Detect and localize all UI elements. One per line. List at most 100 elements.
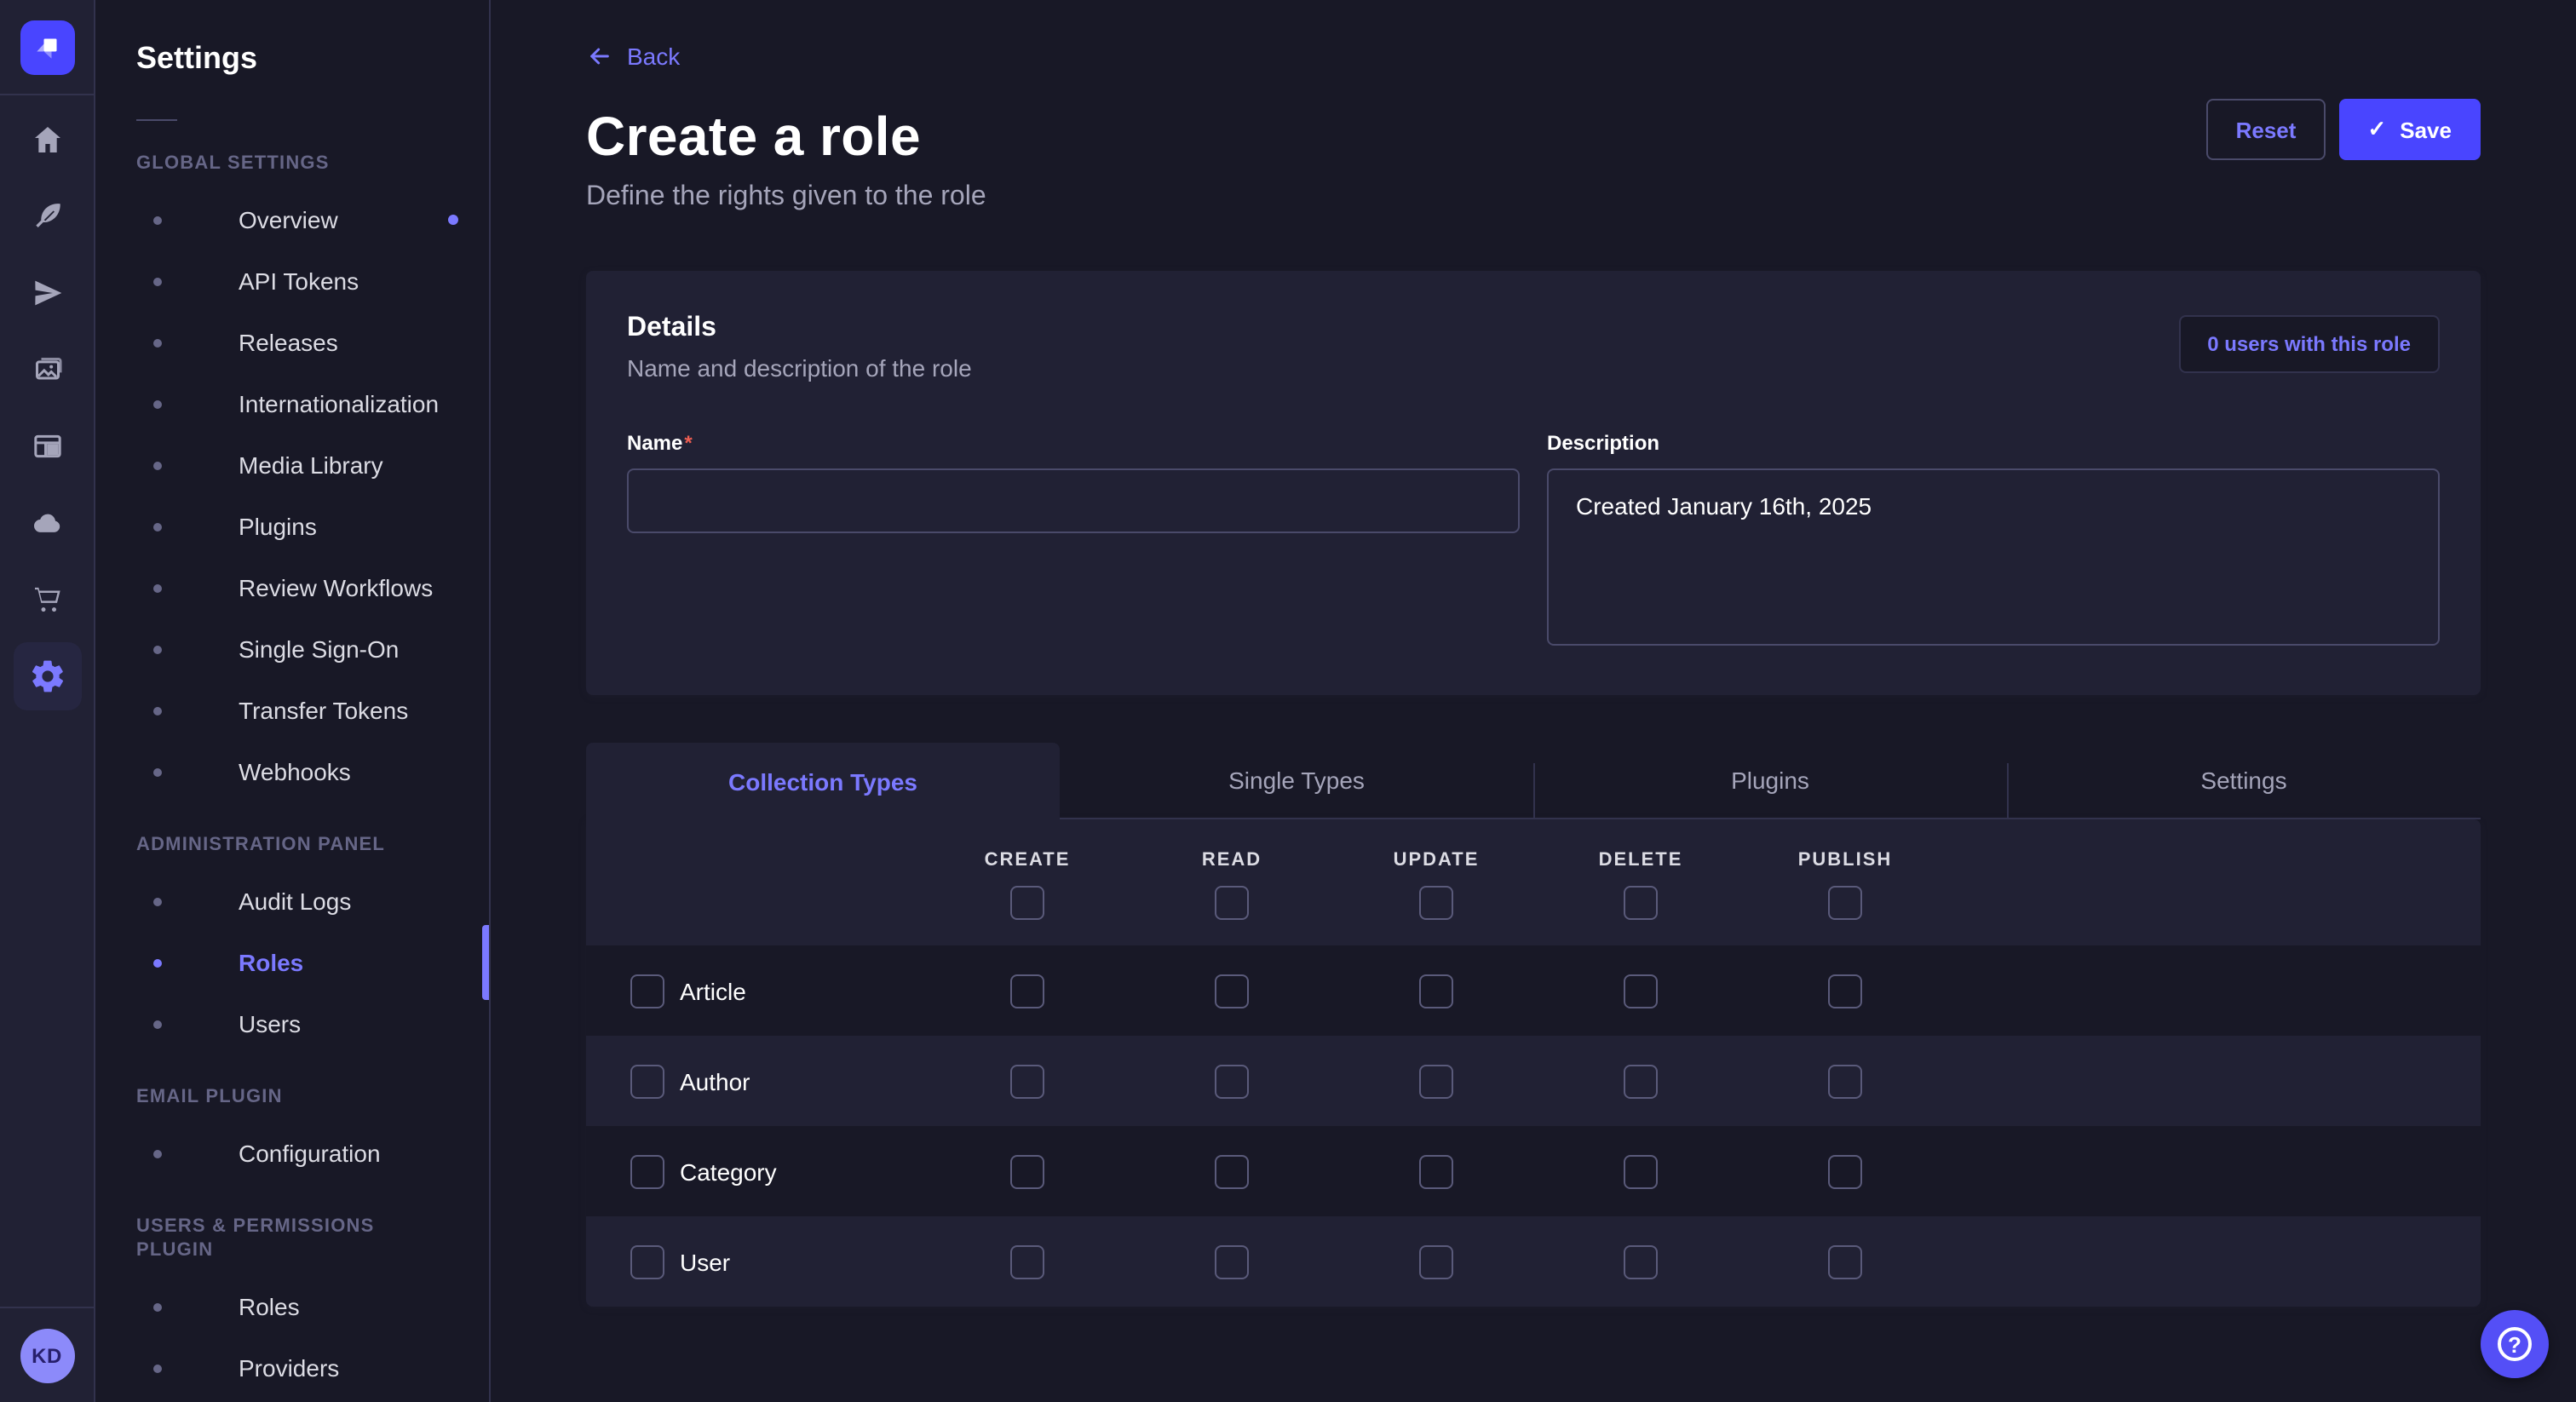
strapi-logo[interactable] <box>20 20 74 74</box>
layout-icon[interactable] <box>13 426 81 467</box>
row-select-checkbox[interactable] <box>630 1064 664 1098</box>
details-card-title: Details <box>627 312 2440 346</box>
sidebar-item-roles-admin[interactable]: Roles <box>95 932 489 993</box>
images-icon[interactable] <box>13 349 81 390</box>
user-create-checkbox[interactable] <box>1010 1244 1044 1278</box>
subnav-title: Settings <box>136 31 448 85</box>
page-subtitle: Define the rights given to the role <box>586 182 2481 213</box>
settings-subnav: Settings GLOBAL SETTINGS Overview API To… <box>95 0 491 1402</box>
user-avatar[interactable]: KD <box>20 1328 74 1382</box>
category-publish-checkbox[interactable] <box>1828 1154 1862 1188</box>
tab-settings[interactable]: Settings <box>2007 743 2481 819</box>
page-title: Create a role <box>586 106 2481 169</box>
user-publish-checkbox[interactable] <box>1828 1244 1862 1278</box>
users-with-role-button[interactable]: 0 users with this role <box>2178 315 2440 373</box>
help-button[interactable]: ? <box>2481 1310 2549 1378</box>
author-create-checkbox[interactable] <box>1010 1064 1044 1098</box>
reset-button[interactable]: Reset <box>2207 99 2326 160</box>
nav-section-users-permissions-plugin: Roles Providers <box>95 1276 489 1399</box>
author-update-checkbox[interactable] <box>1419 1064 1453 1098</box>
sidebar-item-releases[interactable]: Releases <box>95 312 489 373</box>
category-delete-checkbox[interactable] <box>1624 1154 1658 1188</box>
select-all-delete-checkbox[interactable] <box>1624 886 1658 920</box>
bullet-icon <box>153 215 162 224</box>
category-read-checkbox[interactable] <box>1215 1154 1249 1188</box>
save-label: Save <box>2400 117 2452 142</box>
check-icon: ✓ <box>2367 116 2386 143</box>
bullet-icon <box>153 338 162 347</box>
bullet-icon <box>153 1364 162 1372</box>
sidebar-item-overview[interactable]: Overview <box>95 189 489 250</box>
bullet-icon <box>153 1149 162 1158</box>
sidebar-item-webhooks[interactable]: Webhooks <box>95 741 489 802</box>
arrow-left-icon <box>586 43 613 70</box>
author-publish-checkbox[interactable] <box>1828 1064 1862 1098</box>
subnav-divider <box>136 119 177 121</box>
sidebar-item-single-sign-on[interactable]: Single Sign-On <box>95 618 489 680</box>
sidebar-item-roles-up[interactable]: Roles <box>95 1276 489 1337</box>
select-all-read-checkbox[interactable] <box>1215 886 1249 920</box>
article-publish-checkbox[interactable] <box>1828 974 1862 1008</box>
sidebar-item-users[interactable]: Users <box>95 993 489 1054</box>
user-delete-checkbox[interactable] <box>1624 1244 1658 1278</box>
header-checkbox-row <box>586 886 2481 920</box>
article-update-checkbox[interactable] <box>1419 974 1453 1008</box>
back-link[interactable]: Back <box>586 43 680 70</box>
author-delete-checkbox[interactable] <box>1624 1064 1658 1098</box>
table-row-author: Author <box>586 1036 2481 1126</box>
home-icon[interactable] <box>13 119 81 160</box>
row-select-checkbox[interactable] <box>630 1154 664 1188</box>
save-button[interactable]: ✓ Save <box>2338 99 2481 160</box>
sidebar-item-internationalization[interactable]: Internationalization <box>95 373 489 434</box>
header-label-row: CREATE READ UPDATE DELETE PUBLISH <box>586 850 2481 871</box>
name-field-group: Name* <box>627 428 1520 654</box>
nav-section-administration-panel: Audit Logs Roles Users <box>95 871 489 1054</box>
bullet-icon <box>153 1020 162 1028</box>
column-header-publish: PUBLISH <box>1743 850 1947 871</box>
sidebar-item-providers[interactable]: Providers <box>95 1337 489 1399</box>
sidebar-item-api-tokens[interactable]: API Tokens <box>95 250 489 312</box>
column-header-read: READ <box>1130 850 1334 871</box>
bullet-icon <box>153 958 162 967</box>
article-read-checkbox[interactable] <box>1215 974 1249 1008</box>
select-all-update-checkbox[interactable] <box>1419 886 1453 920</box>
row-select-checkbox[interactable] <box>630 1244 664 1278</box>
row-select-checkbox[interactable] <box>630 974 664 1008</box>
row-label: Category <box>664 1158 925 1185</box>
select-all-publish-checkbox[interactable] <box>1828 886 1862 920</box>
sidebar-item-configuration[interactable]: Configuration <box>95 1123 489 1184</box>
article-delete-checkbox[interactable] <box>1624 974 1658 1008</box>
tab-collection-types[interactable]: Collection Types <box>586 743 1060 819</box>
sidebar-item-review-workflows[interactable]: Review Workflows <box>95 557 489 618</box>
user-update-checkbox[interactable] <box>1419 1244 1453 1278</box>
strapi-admin-app: KD Settings GLOBAL SETTINGS Overview API… <box>0 0 2576 1402</box>
bullet-icon <box>153 399 162 408</box>
category-update-checkbox[interactable] <box>1419 1154 1453 1188</box>
workspace-logo-section <box>0 0 94 95</box>
sidebar-item-plugins[interactable]: Plugins <box>95 496 489 557</box>
cart-icon[interactable] <box>13 579 81 620</box>
bullet-icon <box>153 522 162 531</box>
question-mark-icon: ? <box>2498 1327 2532 1361</box>
sidebar-item-audit-logs[interactable]: Audit Logs <box>95 871 489 932</box>
row-label: Article <box>664 977 925 1004</box>
user-read-checkbox[interactable] <box>1215 1244 1249 1278</box>
category-create-checkbox[interactable] <box>1010 1154 1044 1188</box>
bullet-icon <box>153 277 162 285</box>
bullet-icon <box>153 897 162 905</box>
description-textarea[interactable]: Created January 16th, 2025 <box>1547 468 2440 646</box>
cloud-icon[interactable] <box>13 503 81 543</box>
permissions-table-header: CREATE READ UPDATE DELETE PUBLISH <box>586 819 2481 945</box>
sidebar-item-media-library[interactable]: Media Library <box>95 434 489 496</box>
select-all-create-checkbox[interactable] <box>1010 886 1044 920</box>
sidebar-item-transfer-tokens[interactable]: Transfer Tokens <box>95 680 489 741</box>
tab-plugins[interactable]: Plugins <box>1533 743 2007 819</box>
article-create-checkbox[interactable] <box>1010 974 1044 1008</box>
author-read-checkbox[interactable] <box>1215 1064 1249 1098</box>
bullet-icon <box>153 1302 162 1311</box>
tab-single-types[interactable]: Single Types <box>1060 743 1533 819</box>
gear-icon[interactable] <box>13 642 81 710</box>
feather-icon[interactable] <box>13 196 81 237</box>
name-input[interactable] <box>627 468 1520 533</box>
paper-plane-icon[interactable] <box>13 273 81 313</box>
